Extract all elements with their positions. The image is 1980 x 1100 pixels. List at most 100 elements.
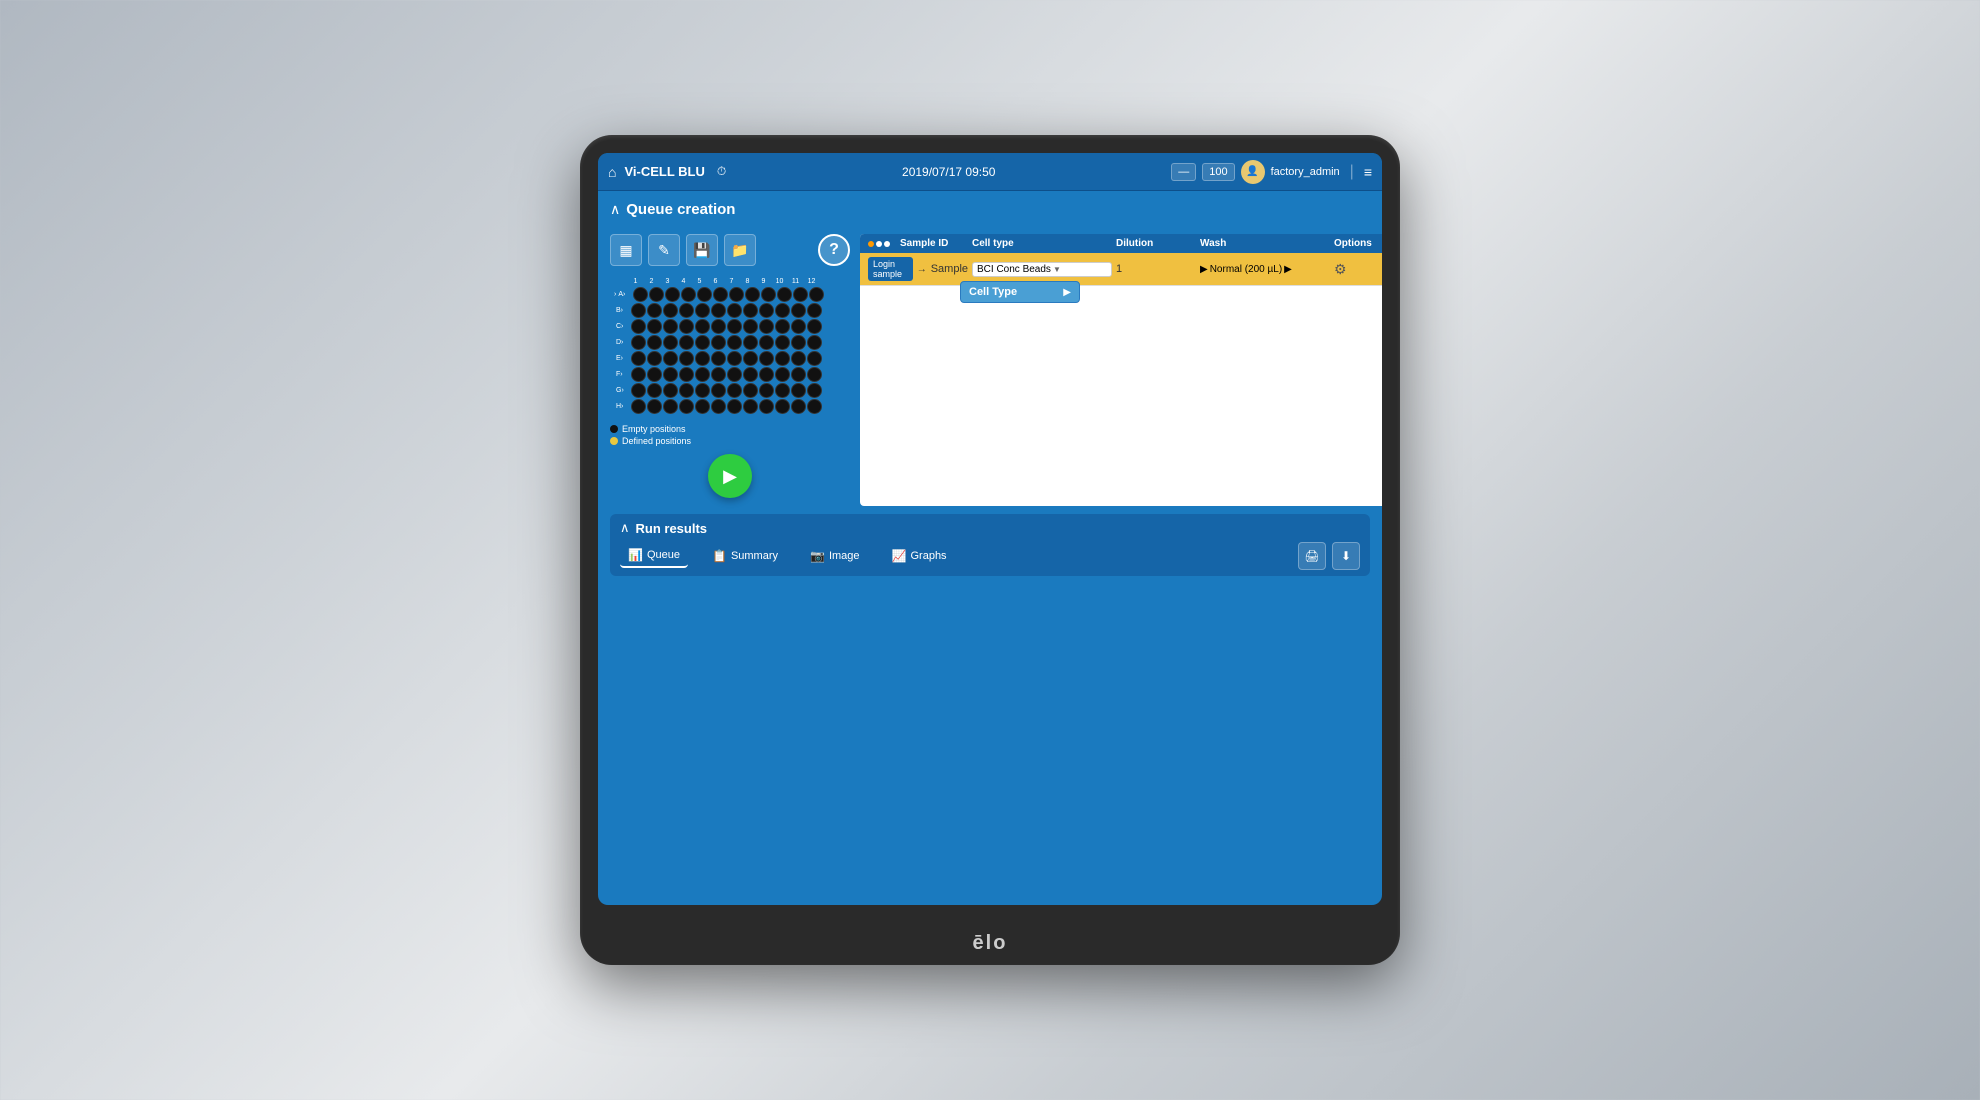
- well-F1[interactable]: [631, 367, 646, 382]
- well-D7[interactable]: [727, 335, 742, 350]
- well-C7[interactable]: [727, 319, 742, 334]
- well-B10[interactable]: [775, 303, 790, 318]
- well-D6[interactable]: [711, 335, 726, 350]
- well-H2[interactable]: [647, 399, 662, 414]
- well-F12[interactable]: [807, 367, 822, 382]
- well-C9[interactable]: [759, 319, 774, 334]
- well-G7[interactable]: [727, 383, 742, 398]
- well-C5[interactable]: [695, 319, 710, 334]
- well-E12[interactable]: [807, 351, 822, 366]
- minimize-button[interactable]: —: [1171, 163, 1196, 181]
- well-F4[interactable]: [679, 367, 694, 382]
- well-F8[interactable]: [743, 367, 758, 382]
- cell-type-dropdown[interactable]: BCI Conc Beads ▼: [972, 262, 1112, 277]
- well-H10[interactable]: [775, 399, 790, 414]
- well-F2[interactable]: [647, 367, 662, 382]
- well-C6[interactable]: [711, 319, 726, 334]
- well-B2[interactable]: [647, 303, 662, 318]
- well-A9[interactable]: [761, 287, 776, 302]
- well-D1[interactable]: [631, 335, 646, 350]
- well-C1[interactable]: [631, 319, 646, 334]
- well-E3[interactable]: [663, 351, 678, 366]
- well-G2[interactable]: [647, 383, 662, 398]
- well-A3[interactable]: [665, 287, 680, 302]
- well-B9[interactable]: [759, 303, 774, 318]
- well-F3[interactable]: [663, 367, 678, 382]
- export-button[interactable]: 🖨: [1298, 542, 1326, 570]
- well-A4[interactable]: [681, 287, 696, 302]
- well-A1[interactable]: [633, 287, 648, 302]
- gear-icon[interactable]: ⚙: [1334, 261, 1347, 278]
- well-H5[interactable]: [695, 399, 710, 414]
- grid-button[interactable]: ▦: [610, 234, 642, 266]
- well-B4[interactable]: [679, 303, 694, 318]
- well-B3[interactable]: [663, 303, 678, 318]
- well-D2[interactable]: [647, 335, 662, 350]
- well-B5[interactable]: [695, 303, 710, 318]
- tab-summary[interactable]: 📋 Summary: [704, 545, 786, 567]
- menu-button[interactable]: ≡: [1364, 164, 1372, 180]
- well-D4[interactable]: [679, 335, 694, 350]
- well-E10[interactable]: [775, 351, 790, 366]
- cell-type-popup[interactable]: Cell Type ▶: [960, 281, 1080, 303]
- play-button[interactable]: ▶: [708, 454, 752, 498]
- well-G3[interactable]: [663, 383, 678, 398]
- run-results-chevron[interactable]: ∧: [620, 520, 630, 536]
- well-D12[interactable]: [807, 335, 822, 350]
- well-H9[interactable]: [759, 399, 774, 414]
- well-D10[interactable]: [775, 335, 790, 350]
- well-C11[interactable]: [791, 319, 806, 334]
- well-F7[interactable]: [727, 367, 742, 382]
- well-C2[interactable]: [647, 319, 662, 334]
- well-E11[interactable]: [791, 351, 806, 366]
- well-E6[interactable]: [711, 351, 726, 366]
- folder-button[interactable]: 📁: [724, 234, 756, 266]
- well-C3[interactable]: [663, 319, 678, 334]
- well-G10[interactable]: [775, 383, 790, 398]
- well-H3[interactable]: [663, 399, 678, 414]
- well-B1[interactable]: [631, 303, 646, 318]
- well-G1[interactable]: [631, 383, 646, 398]
- well-B12[interactable]: [807, 303, 822, 318]
- well-E1[interactable]: [631, 351, 646, 366]
- well-D8[interactable]: [743, 335, 758, 350]
- well-H4[interactable]: [679, 399, 694, 414]
- well-A8[interactable]: [745, 287, 760, 302]
- well-G11[interactable]: [791, 383, 806, 398]
- well-H12[interactable]: [807, 399, 822, 414]
- well-E5[interactable]: [695, 351, 710, 366]
- well-B7[interactable]: [727, 303, 742, 318]
- save-button[interactable]: 💾: [686, 234, 718, 266]
- well-H1[interactable]: [631, 399, 646, 414]
- well-H7[interactable]: [727, 399, 742, 414]
- well-A11[interactable]: [793, 287, 808, 302]
- well-G5[interactable]: [695, 383, 710, 398]
- download-button[interactable]: ⬇: [1332, 542, 1360, 570]
- well-G8[interactable]: [743, 383, 758, 398]
- well-B8[interactable]: [743, 303, 758, 318]
- well-E7[interactable]: [727, 351, 742, 366]
- options-cell[interactable]: ⚙: [1334, 261, 1382, 278]
- well-G12[interactable]: [807, 383, 822, 398]
- queue-chevron-icon[interactable]: ∧: [610, 201, 620, 218]
- well-G4[interactable]: [679, 383, 694, 398]
- well-E8[interactable]: [743, 351, 758, 366]
- well-H6[interactable]: [711, 399, 726, 414]
- well-F11[interactable]: [791, 367, 806, 382]
- well-C4[interactable]: [679, 319, 694, 334]
- well-F9[interactable]: [759, 367, 774, 382]
- well-C8[interactable]: [743, 319, 758, 334]
- tab-image[interactable]: 📷 Image: [802, 545, 868, 567]
- login-badge[interactable]: Login sample: [868, 257, 913, 281]
- well-B6[interactable]: [711, 303, 726, 318]
- tab-queue[interactable]: 📊 Queue: [620, 544, 688, 568]
- well-D11[interactable]: [791, 335, 806, 350]
- well-G9[interactable]: [759, 383, 774, 398]
- well-B11[interactable]: [791, 303, 806, 318]
- well-C12[interactable]: [807, 319, 822, 334]
- well-E4[interactable]: [679, 351, 694, 366]
- well-F10[interactable]: [775, 367, 790, 382]
- well-A2[interactable]: [649, 287, 664, 302]
- well-A7[interactable]: [729, 287, 744, 302]
- edit-button[interactable]: ✎: [648, 234, 680, 266]
